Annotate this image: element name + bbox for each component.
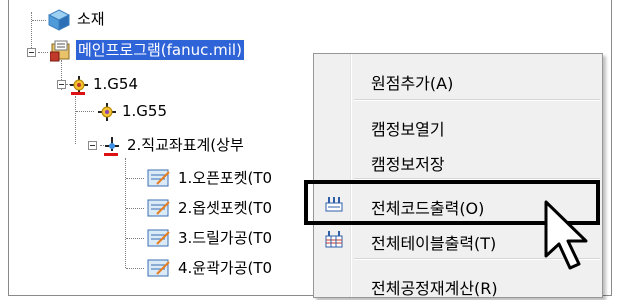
coordinate-system-icon [104,137,119,156]
origin-axis-icon [98,103,116,121]
program-folder-icon [50,40,70,62]
menu-item-label: 원점추가(A) [371,74,454,93]
tree-node-main-program[interactable]: 메인프로그램(fanuc.mil) [75,39,245,61]
machining-operation-icon [147,259,170,277]
machining-operation-icon [147,229,170,247]
menu-item-add-origin[interactable]: 원점추가(A) [314,64,602,94]
stock-cube-icon [48,9,70,31]
menu-separator [354,99,600,101]
tree-node-g54[interactable]: 1.G54 [91,74,140,94]
machining-operation-icon [147,199,170,217]
menu-item-save-cam-info[interactable]: 캠정보저장 [314,145,602,175]
tree-node-coordinate-system[interactable]: 2.직교좌표계(상부 [125,135,246,155]
tree-node-g55[interactable]: 1.G55 [120,101,169,121]
menu-item-label: 캠정보저장 [371,155,445,174]
mouse-pointer-icon [544,200,588,270]
tree-node-contour[interactable]: 4.윤곽가공(T0 [176,258,274,278]
origin-axis-icon [70,76,88,95]
menu-item-label: 캠정보열기 [371,120,445,139]
menu-item-open-cam-info[interactable]: 캠정보열기 [314,110,602,140]
tree-node-drilling[interactable]: 3.드릴가공(T0 [176,228,274,248]
menu-item-label: 전체테이블출력(T) [371,234,497,253]
tree-node-offset-pocket[interactable]: 2.옵셋포켓(T0 [176,198,274,218]
tree-node-stock[interactable]: 소재 [75,9,107,29]
table-output-icon [325,231,343,248]
tree-node-open-pocket[interactable]: 1.오픈포켓(T0 [176,168,274,188]
machining-operation-icon [147,169,170,187]
collapse-toggle-g54[interactable] [57,80,66,89]
collapse-toggle-main-program[interactable] [27,48,36,57]
menu-item-recalculate-all[interactable]: 전체공정재계산(R) [314,269,602,299]
menu-item-label: 전체공정재계산(R) [371,279,498,298]
collapse-toggle-coordinate-system[interactable] [88,141,97,150]
